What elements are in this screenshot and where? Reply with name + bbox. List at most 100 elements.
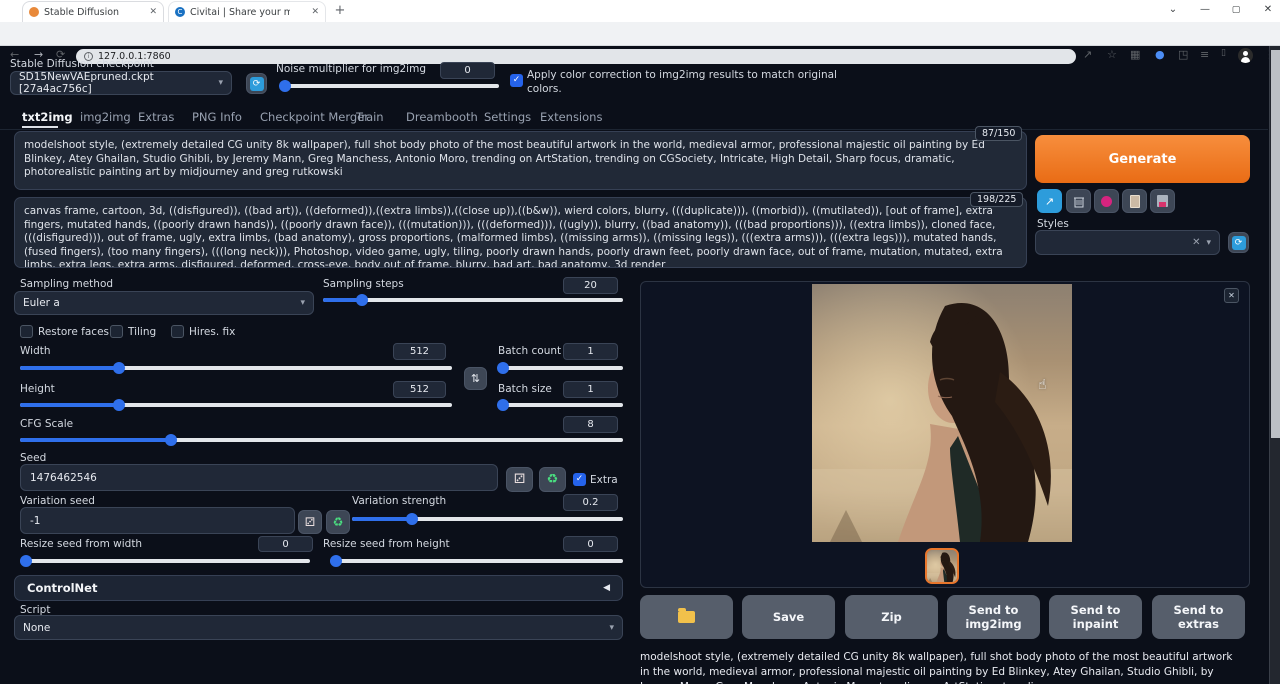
- tab-txt2img[interactable]: txt2img: [22, 110, 73, 124]
- window-close-button[interactable]: ✕: [1257, 0, 1279, 20]
- noise-multiplier-input[interactable]: 0: [440, 62, 495, 79]
- tab-close-icon[interactable]: ✕: [149, 7, 157, 17]
- side-panel-icon[interactable]: ▯: [1221, 48, 1226, 58]
- hires-fix-label: Hires. fix: [189, 326, 235, 338]
- width-input[interactable]: 512: [393, 343, 446, 360]
- apply-style-clipboard-icon: [1130, 195, 1140, 208]
- height-slider[interactable]: [20, 403, 452, 407]
- sampling-steps-slider[interactable]: [323, 298, 623, 302]
- refresh-styles-button[interactable]: ⟳: [1228, 232, 1249, 253]
- batch-size-slider[interactable]: [498, 403, 623, 407]
- save-style-button[interactable]: [1150, 189, 1175, 213]
- batch-count-input[interactable]: 1: [563, 343, 618, 360]
- civitai-favicon: C: [175, 7, 185, 17]
- generated-image[interactable]: [812, 284, 1072, 542]
- send-to-inpaint-button[interactable]: Send to inpaint: [1049, 595, 1142, 639]
- apps-grid-icon[interactable]: ▦: [1130, 48, 1140, 61]
- refresh-checkpoints-button[interactable]: ⟳: [246, 73, 267, 94]
- read-params-button[interactable]: ↗: [1037, 189, 1062, 213]
- negative-prompt-text: canvas frame, cartoon, 3d, ((disfigured)…: [15, 198, 1026, 267]
- hires-fix-checkbox[interactable]: ✓: [171, 325, 184, 338]
- tab-checkpoint-merger[interactable]: Checkpoint Merger: [260, 110, 369, 124]
- tab-extensions[interactable]: Extensions: [540, 110, 602, 124]
- batch-count-label: Batch count: [498, 345, 561, 357]
- extra-seed-checkbox[interactable]: ✓: [573, 473, 586, 486]
- tab-close-icon[interactable]: ✕: [311, 7, 319, 17]
- tab-extras[interactable]: Extras: [138, 110, 174, 124]
- new-tab-button[interactable]: +: [332, 3, 348, 19]
- sampling-steps-input[interactable]: 20: [563, 277, 618, 294]
- swap-dimensions-button[interactable]: ⇅: [464, 367, 487, 390]
- controlnet-accordion[interactable]: ControlNet ◀: [14, 575, 623, 601]
- folder-icon: [678, 611, 695, 623]
- resize-seed-width-slider[interactable]: [20, 559, 310, 563]
- random-seed-button[interactable]: ⚂: [506, 467, 533, 492]
- extra-networks-button[interactable]: [1094, 189, 1119, 213]
- variation-strength-slider[interactable]: [352, 517, 623, 521]
- stable-diffusion-favicon: [29, 7, 39, 17]
- resize-seed-width-input[interactable]: 0: [258, 536, 313, 552]
- extension-blue-dot-icon[interactable]: ●: [1155, 48, 1165, 61]
- cfg-scale-input[interactable]: 8: [563, 416, 618, 433]
- address-bar[interactable]: i 127.0.0.1:7860: [76, 49, 1076, 64]
- tab-dreambooth[interactable]: Dreambooth: [406, 110, 478, 124]
- send-to-img2img-button[interactable]: Send to img2img: [947, 595, 1040, 639]
- send-to-extras-button[interactable]: Send to extras: [1152, 595, 1245, 639]
- seed-input[interactable]: 1476462546: [20, 464, 498, 491]
- apply-style-button[interactable]: [1122, 189, 1147, 213]
- extra-networks-palette-icon: [1101, 196, 1112, 207]
- open-folder-button[interactable]: [640, 595, 733, 639]
- noise-multiplier-slider[interactable]: [281, 84, 499, 88]
- tab-train[interactable]: Train: [356, 110, 384, 124]
- page-scrollbar[interactable]: [1269, 46, 1280, 684]
- scrollbar-thumb[interactable]: [1271, 50, 1280, 438]
- reuse-variation-seed-button[interactable]: ♻: [326, 510, 350, 534]
- batch-size-input[interactable]: 1: [563, 381, 618, 398]
- color-correction-checkbox[interactable]: ✓: [510, 74, 523, 87]
- clear-styles-icon[interactable]: ✕: [1192, 237, 1200, 248]
- styles-dropdown[interactable]: ✕ ▾: [1035, 230, 1220, 255]
- tab-img2img[interactable]: img2img: [80, 110, 131, 124]
- script-dropdown[interactable]: None ▾: [14, 615, 623, 640]
- sampling-method-dropdown[interactable]: Euler a ▾: [14, 291, 314, 315]
- save-button[interactable]: Save: [742, 595, 835, 639]
- negative-prompt-textarea[interactable]: canvas frame, cartoon, 3d, ((disfigured)…: [14, 197, 1027, 268]
- profile-avatar[interactable]: [1238, 48, 1253, 63]
- bookmark-star-icon[interactable]: ☆: [1107, 48, 1117, 61]
- browser-tab-civitai[interactable]: C Civitai | Share your models ✕: [168, 1, 326, 22]
- tab-settings[interactable]: Settings: [484, 110, 531, 124]
- clear-prompt-button[interactable]: [1066, 189, 1091, 213]
- checkpoint-value: SD15NewVAEpruned.ckpt [27a4ac756c]: [19, 71, 218, 95]
- tiling-checkbox[interactable]: ✓: [110, 325, 123, 338]
- gallery-thumbnail[interactable]: [925, 548, 959, 584]
- extensions-puzzle-icon[interactable]: ◳: [1178, 48, 1188, 61]
- tab-divider: [0, 129, 1268, 130]
- checkpoint-dropdown[interactable]: SD15NewVAEpruned.ckpt [27a4ac756c] ▾: [10, 71, 232, 95]
- reading-list-icon[interactable]: ≡: [1200, 48, 1209, 61]
- batch-size-label: Batch size: [498, 383, 552, 395]
- width-slider[interactable]: [20, 366, 452, 370]
- share-icon[interactable]: ↗: [1083, 48, 1092, 61]
- random-variation-seed-button[interactable]: ⚂: [298, 510, 322, 534]
- reuse-seed-button[interactable]: ♻: [539, 467, 566, 492]
- variation-seed-input[interactable]: -1: [20, 507, 295, 534]
- resize-seed-height-input[interactable]: 0: [563, 536, 618, 552]
- window-menu-chevron-icon[interactable]: ⌄: [1162, 0, 1184, 20]
- cfg-scale-slider[interactable]: [20, 438, 623, 442]
- tab-png-info[interactable]: PNG Info: [192, 110, 242, 124]
- dice-icon: ⚂: [305, 515, 315, 529]
- resize-seed-height-label: Resize seed from height: [323, 538, 450, 550]
- batch-count-slider[interactable]: [498, 366, 623, 370]
- restore-faces-checkbox[interactable]: ✓: [20, 325, 33, 338]
- variation-strength-input[interactable]: 0.2: [563, 494, 618, 511]
- browser-tab-active[interactable]: Stable Diffusion ✕: [22, 1, 164, 22]
- height-input[interactable]: 512: [393, 381, 446, 398]
- zip-button[interactable]: Zip: [845, 595, 938, 639]
- generate-button[interactable]: Generate: [1035, 135, 1250, 183]
- window-minimize-button[interactable]: —: [1194, 0, 1216, 20]
- prompt-textarea[interactable]: modelshoot style, (extremely detailed CG…: [14, 131, 1027, 190]
- resize-seed-height-slider[interactable]: [330, 559, 623, 563]
- cursor-hand-icon: ☝: [1038, 377, 1047, 393]
- window-restore-button[interactable]: ▢: [1225, 0, 1247, 20]
- close-preview-button[interactable]: ✕: [1224, 288, 1239, 303]
